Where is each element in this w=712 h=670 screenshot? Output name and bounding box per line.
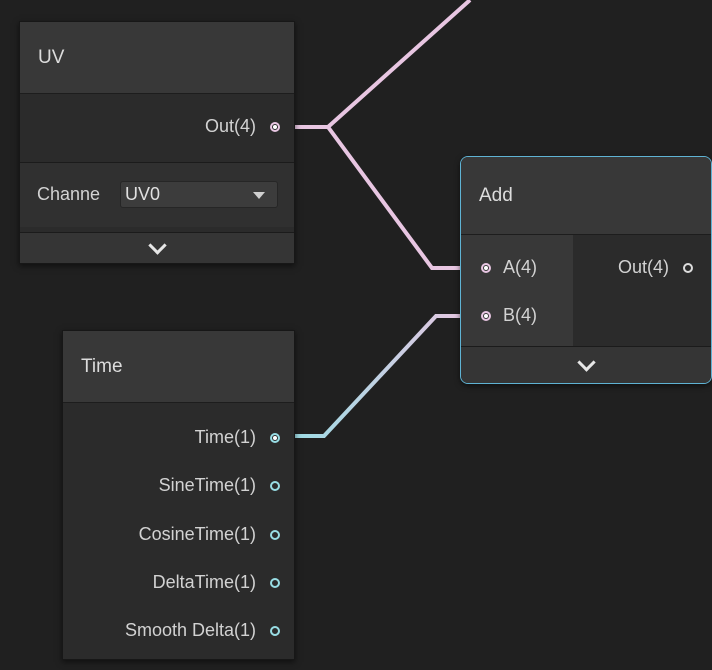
wire-time-to-add-b[interactable] bbox=[282, 314, 470, 438]
chevron-down-icon bbox=[576, 352, 596, 372]
channel-value: UV0 bbox=[125, 184, 161, 204]
uv-node-header[interactable]: UV bbox=[20, 22, 294, 94]
add-input-b[interactable]: B(4) bbox=[461, 305, 537, 326]
port-icon[interactable] bbox=[270, 480, 280, 491]
cosinetime-out-port[interactable]: CosineTime(1) bbox=[139, 524, 294, 545]
smoothdelta-out-label: Smooth Delta(1) bbox=[124, 620, 256, 640]
time-node[interactable]: Time Time(1) SineTime(1) CosineTime(1) D… bbox=[62, 330, 295, 660]
port-icon[interactable] bbox=[683, 262, 693, 273]
cosinetime-out-label: CosineTime(1) bbox=[138, 524, 256, 544]
add-input-a-label: A(4) bbox=[503, 257, 538, 277]
chevron-down-icon bbox=[147, 235, 167, 255]
wire-uv-out-offscreen[interactable] bbox=[282, 0, 472, 129]
port-icon[interactable] bbox=[270, 577, 280, 588]
deltatime-out-label: DeltaTime(1) bbox=[152, 572, 256, 592]
add-out-label: Out(4) bbox=[617, 257, 669, 277]
smoothdelta-out-port[interactable]: Smooth Delta(1) bbox=[125, 620, 294, 641]
add-input-a[interactable]: A(4) bbox=[461, 257, 537, 278]
port-icon[interactable] bbox=[270, 625, 280, 636]
sinetime-out-label: SineTime(1) bbox=[158, 475, 256, 495]
deltatime-out-port[interactable]: DeltaTime(1) bbox=[153, 572, 294, 593]
port-icon[interactable] bbox=[270, 121, 280, 132]
uv-channel-section: Channe UV0 bbox=[20, 162, 294, 227]
port-icon[interactable] bbox=[270, 432, 280, 443]
add-out-port[interactable]: Out(4) bbox=[618, 257, 711, 278]
add-node-title: Add bbox=[479, 184, 513, 206]
add-inputs-panel bbox=[461, 235, 573, 347]
uv-node[interactable]: UV Out(4) Channe UV0 bbox=[19, 21, 295, 264]
channel-label: Channe bbox=[37, 184, 101, 204]
time-node-title: Time bbox=[81, 355, 123, 377]
uv-out-port[interactable]: Out(4) bbox=[205, 116, 294, 137]
time-out-label: Time(1) bbox=[194, 427, 256, 447]
time-node-header[interactable]: Time bbox=[63, 331, 294, 403]
port-icon[interactable] bbox=[481, 310, 491, 321]
sinetime-out-port[interactable]: SineTime(1) bbox=[159, 475, 294, 496]
add-input-b-label: B(4) bbox=[503, 305, 538, 325]
add-node-header[interactable]: Add bbox=[461, 157, 711, 235]
channel-dropdown[interactable]: UV0 bbox=[120, 181, 278, 208]
time-out-port[interactable]: Time(1) bbox=[195, 427, 294, 448]
uv-out-label: Out(4) bbox=[204, 116, 256, 136]
uv-node-title: UV bbox=[38, 46, 65, 68]
add-node[interactable]: Add A(4) B(4) Out(4) bbox=[460, 156, 712, 384]
dropdown-arrow-icon bbox=[253, 192, 265, 199]
add-expand-button[interactable] bbox=[461, 346, 711, 383]
wire-uv-out-to-add-a[interactable] bbox=[282, 125, 470, 270]
port-icon[interactable] bbox=[270, 529, 280, 540]
uv-expand-button[interactable] bbox=[20, 232, 294, 263]
port-icon[interactable] bbox=[481, 262, 491, 273]
